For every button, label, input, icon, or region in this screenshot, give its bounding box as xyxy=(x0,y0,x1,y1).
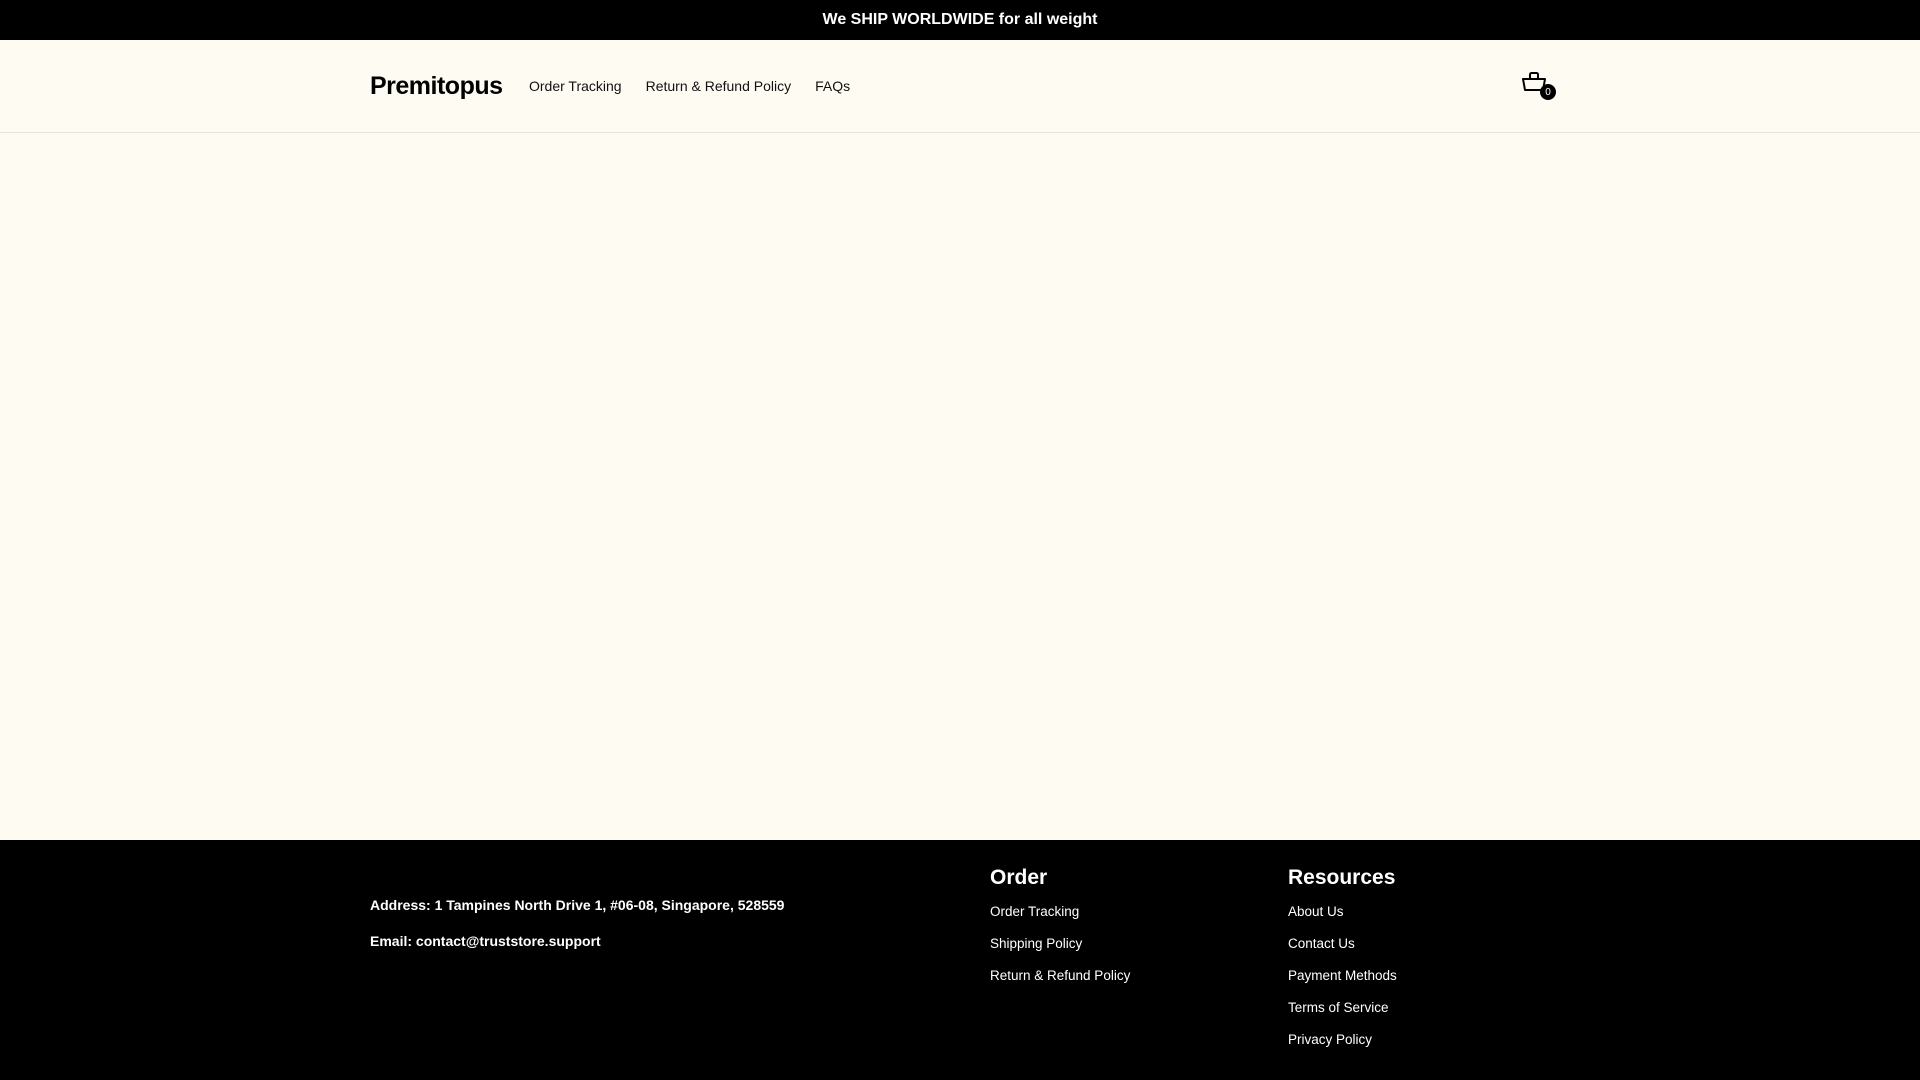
nav-faqs[interactable]: FAQs xyxy=(815,78,850,94)
footer-link-terms-of-service[interactable]: Terms of Service xyxy=(1288,1000,1397,1032)
logo[interactable]: Premitopus xyxy=(370,72,503,101)
footer-link-privacy-policy[interactable]: Privacy Policy xyxy=(1288,1032,1397,1064)
footer-link-payment-methods[interactable]: Payment Methods xyxy=(1288,968,1397,1000)
site-header: Premitopus Order Tracking Return & Refun… xyxy=(0,40,1920,133)
footer-link-contact-us[interactable]: Contact Us xyxy=(1288,936,1397,968)
main-nav: Order Tracking Return & Refund Policy FA… xyxy=(529,78,850,94)
footer-email[interactable]: Email: contact@truststore.support xyxy=(370,933,601,949)
footer-address: Address: 1 Tampines North Drive 1, #06-0… xyxy=(370,897,785,913)
footer-link-order-tracking[interactable]: Order Tracking xyxy=(990,904,1130,936)
cart-button[interactable]: 0 xyxy=(1521,70,1556,104)
nav-order-tracking[interactable]: Order Tracking xyxy=(529,78,622,94)
footer-order-heading: Order xyxy=(990,866,1048,889)
footer-link-shipping-policy[interactable]: Shipping Policy xyxy=(990,936,1130,968)
site-footer: Address: 1 Tampines North Drive 1, #06-0… xyxy=(0,840,1920,1080)
footer-link-return-refund-policy[interactable]: Return & Refund Policy xyxy=(990,968,1130,1000)
cart-count-badge: 0 xyxy=(1540,84,1556,100)
nav-return-refund-policy[interactable]: Return & Refund Policy xyxy=(646,78,792,94)
footer-link-about-us[interactable]: About Us xyxy=(1288,904,1397,936)
announcement-bar: We SHIP WORLDWIDE for all weight xyxy=(0,0,1920,40)
footer-order-column: Order Order Tracking Shipping Policy Ret… xyxy=(990,866,1130,1000)
footer-resources-column: Resources About Us Contact Us Payment Me… xyxy=(1288,866,1397,1064)
announcement-text: We SHIP WORLDWIDE for all weight xyxy=(822,11,1098,28)
footer-resources-heading: Resources xyxy=(1288,866,1396,889)
